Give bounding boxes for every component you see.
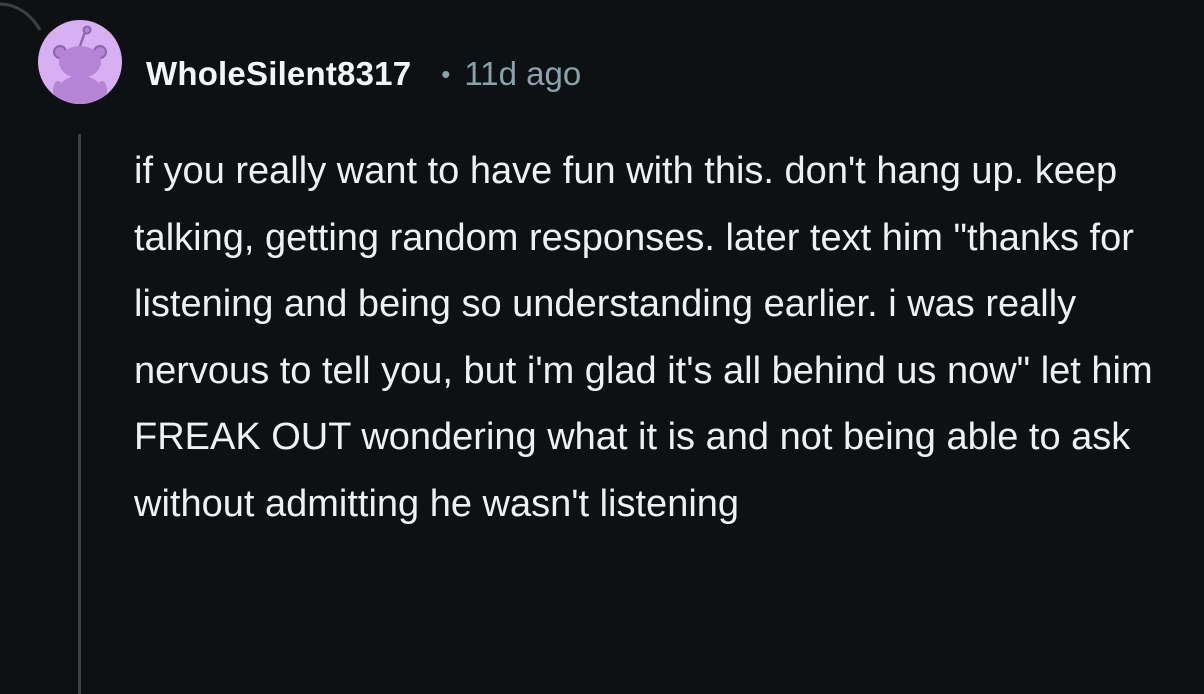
- comment: WholeSilent8317 • 11d ago if you really …: [0, 0, 1204, 694]
- user-avatar[interactable]: [38, 20, 122, 104]
- snoo-avatar-icon: [53, 25, 107, 104]
- comment-meta: WholeSilent8317 • 11d ago: [146, 52, 581, 96]
- comment-timestamp[interactable]: 11d ago: [464, 55, 581, 93]
- meta-separator: •: [441, 58, 451, 89]
- thread-line[interactable]: [78, 134, 81, 694]
- username-link[interactable]: WholeSilent8317: [146, 55, 411, 93]
- comment-body: if you really want to have fun with this…: [134, 138, 1194, 537]
- comment-text: if you really want to have fun with this…: [134, 150, 1153, 525]
